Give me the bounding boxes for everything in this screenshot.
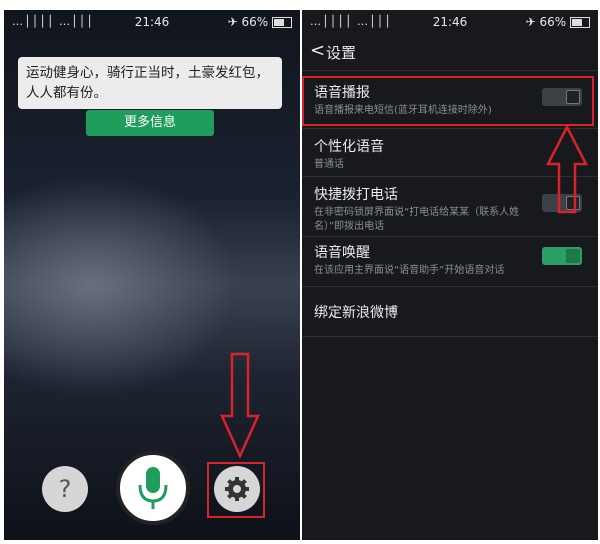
divider [302,236,598,237]
battery-indicator: ✈ 66% [228,15,292,29]
setting-title: 绑定新浪微博 [314,305,398,321]
page-title: 设置 [326,44,357,62]
settings-title-bar: < 设置 [302,34,598,68]
down-arrow-annotation [220,352,260,460]
voice-broadcast-highlight-frame [302,76,594,126]
battery-icon [570,17,590,28]
microphone-icon [138,467,168,509]
more-info-button[interactable]: 更多信息 [86,110,214,136]
voice-assistant-home-screen: …││││ …│││ 21:46 ✈ 66% 运动健身心，骑行正当时，土豪发红包… [4,10,300,540]
microphone-button[interactable] [116,451,190,525]
settings-highlight-frame [207,462,265,518]
battery-percent: 66% [241,15,269,29]
up-arrow-annotation [546,124,588,214]
setting-subtitle: 在该应用主界面说“语音助手”开始语音对话 [314,265,505,276]
divider [302,70,598,71]
settings-screen: …││││ …│││ 21:46 ✈ 66% < 设置 语音播报 语音播报来电短… [302,10,598,540]
setting-quick-dial[interactable]: 快捷拨打电话 在非密码锁屏界面说“打电话给某某（联系人姓名）”即拨出电话 [314,184,536,234]
status-bar: …││││ …│││ 21:46 ✈ 66% [4,10,300,34]
battery-indicator: ✈ 66% [526,15,590,29]
battery-percent: 66% [539,15,567,29]
help-icon: ? [58,475,72,503]
alarm-icon: ✈ [525,15,536,29]
voice-wakeup-toggle[interactable] [542,247,582,265]
setting-subtitle: 在非密码锁屏界面说“打电话给某某（联系人姓名）”即拨出电话 [314,207,520,232]
help-button[interactable]: ? [42,466,88,512]
divider [302,286,598,287]
alarm-icon: ✈ [227,15,238,29]
status-bar: …││││ …│││ 21:46 ✈ 66% [302,10,598,34]
setting-bind-weibo[interactable]: 绑定新浪微博 [314,302,588,322]
message-text: 运动健身心，骑行正当时，土豪发红包，人人都有份。 [26,65,269,101]
message-bubble: 运动健身心，骑行正当时，土豪发红包，人人都有份。 [18,57,282,109]
back-icon[interactable]: < [310,40,325,61]
setting-title: 快捷拨打电话 [314,187,398,203]
divider [302,336,598,337]
battery-icon [272,17,292,28]
